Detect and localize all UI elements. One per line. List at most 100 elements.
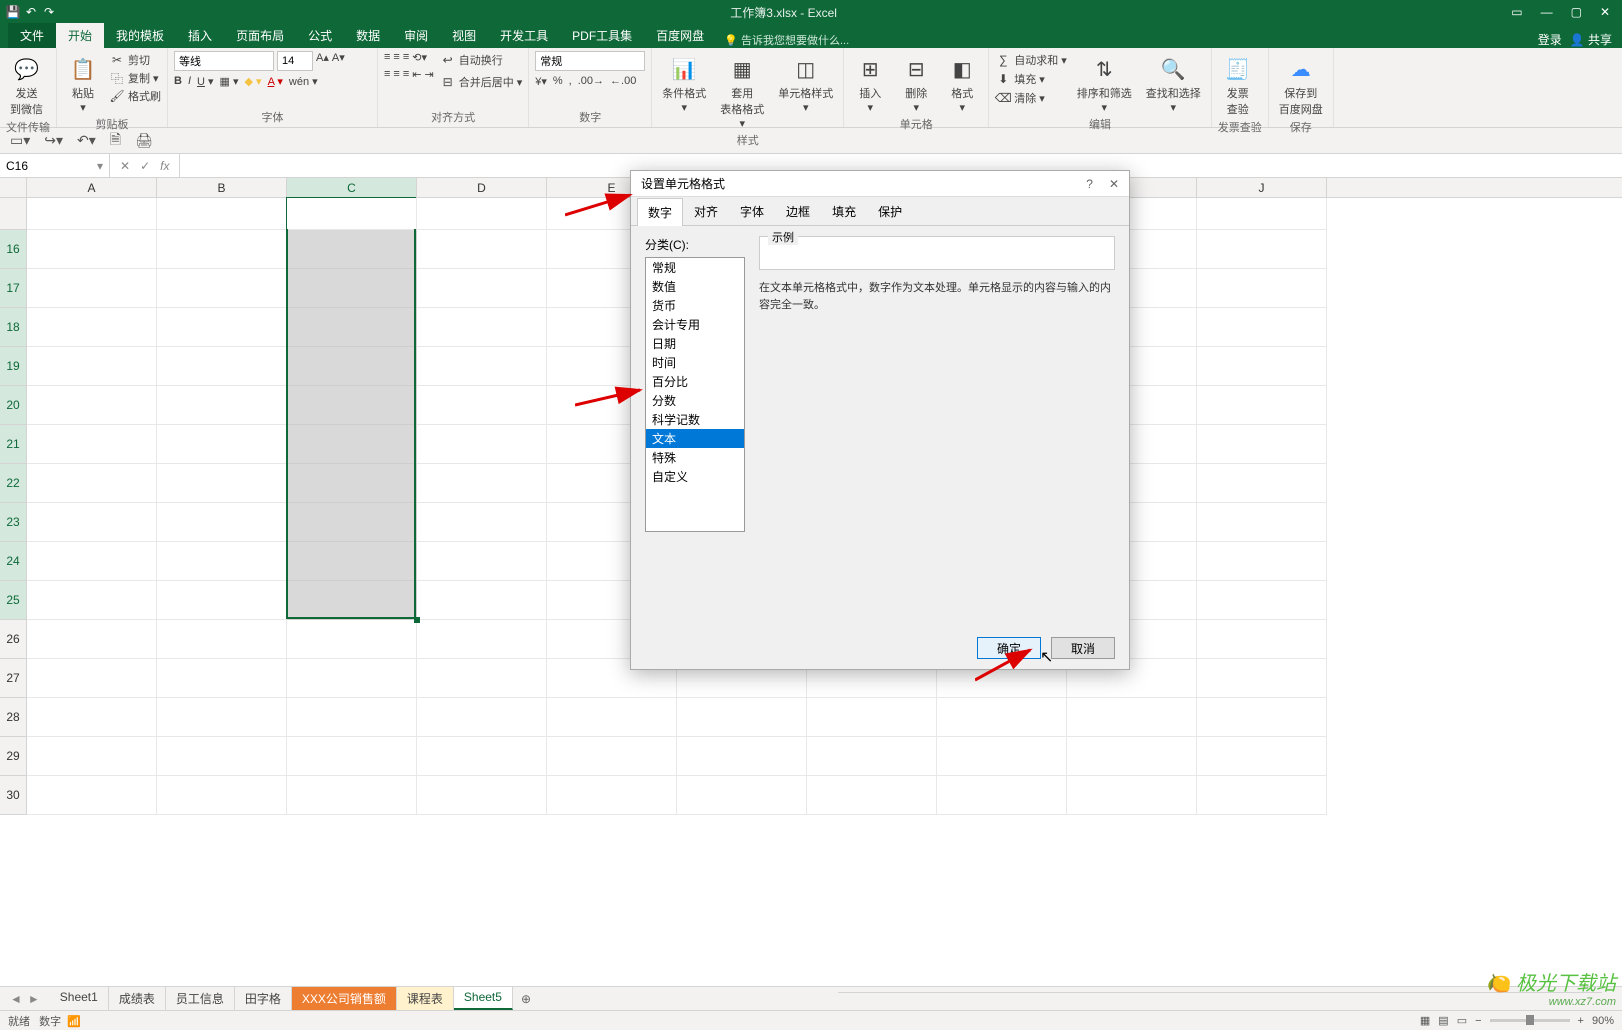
- tab-mytemplate[interactable]: 我的模板: [104, 23, 176, 48]
- row-header[interactable]: 17: [0, 269, 27, 308]
- undo2-icon[interactable]: ↶▾: [77, 132, 96, 149]
- cell-style-button[interactable]: ◫单元格样式▾: [774, 51, 837, 116]
- dialog-help-button[interactable]: ?: [1086, 177, 1093, 191]
- cell[interactable]: [1067, 737, 1197, 776]
- category-item[interactable]: 数值: [646, 277, 744, 296]
- font-size-combo[interactable]: [277, 51, 313, 71]
- cell[interactable]: [547, 737, 677, 776]
- cell[interactable]: [417, 659, 547, 698]
- cell[interactable]: [1197, 737, 1327, 776]
- tab-baidu[interactable]: 百度网盘: [644, 23, 716, 48]
- cond-format-button[interactable]: 📊条件格式▾: [658, 51, 710, 116]
- indent-inc-icon[interactable]: ⇥: [424, 68, 433, 81]
- maximize-icon[interactable]: ▢: [1571, 5, 1582, 19]
- cell[interactable]: [417, 308, 547, 347]
- fx-icon[interactable]: fx: [160, 159, 169, 173]
- delete-cell-button[interactable]: ⊟删除▾: [896, 51, 936, 116]
- row-header[interactable]: 16: [0, 230, 27, 269]
- align-bottom-icon[interactable]: ≡: [403, 51, 409, 64]
- currency-icon[interactable]: ¥▾: [535, 75, 547, 88]
- cell[interactable]: [157, 581, 287, 620]
- tab-formula[interactable]: 公式: [296, 23, 344, 48]
- cell[interactable]: [157, 347, 287, 386]
- cell[interactable]: [677, 737, 807, 776]
- cell[interactable]: [547, 776, 677, 815]
- category-item[interactable]: 特殊: [646, 448, 744, 467]
- category-item[interactable]: 常规: [646, 258, 744, 277]
- bold-icon[interactable]: B: [174, 75, 182, 88]
- cell[interactable]: [27, 269, 157, 308]
- column-header[interactable]: B: [157, 178, 287, 197]
- cell[interactable]: [27, 386, 157, 425]
- cell[interactable]: [1197, 198, 1327, 230]
- row-header[interactable]: 22: [0, 464, 27, 503]
- cell[interactable]: [417, 503, 547, 542]
- minimize-icon[interactable]: —: [1541, 5, 1553, 19]
- indent-dec-icon[interactable]: ⇤: [412, 68, 421, 81]
- cell[interactable]: [157, 198, 287, 230]
- column-header[interactable]: C: [287, 178, 417, 197]
- cell[interactable]: [937, 698, 1067, 737]
- cell[interactable]: [27, 425, 157, 464]
- category-item[interactable]: 科学记数: [646, 410, 744, 429]
- cell[interactable]: [287, 659, 417, 698]
- cell[interactable]: [417, 581, 547, 620]
- row-header[interactable]: 30: [0, 776, 27, 815]
- category-item[interactable]: 货币: [646, 296, 744, 315]
- add-sheet-button[interactable]: ⊕: [513, 992, 539, 1006]
- send-wechat-button[interactable]: 💬发送 到微信: [6, 51, 47, 119]
- cell[interactable]: [157, 503, 287, 542]
- cell[interactable]: [417, 542, 547, 581]
- print-preview-icon[interactable]: 🖨: [135, 132, 153, 149]
- cell[interactable]: [157, 269, 287, 308]
- align-center-icon[interactable]: ≡: [393, 68, 399, 81]
- cell[interactable]: [1197, 659, 1327, 698]
- cell[interactable]: [287, 464, 417, 503]
- cell[interactable]: [417, 620, 547, 659]
- view-break-icon[interactable]: ▭: [1457, 1014, 1467, 1027]
- row-header[interactable]: 29: [0, 737, 27, 776]
- phonetic-icon[interactable]: wén ▾: [289, 75, 318, 88]
- sheet-tab[interactable]: Sheet5: [454, 987, 513, 1010]
- cell[interactable]: [287, 230, 417, 269]
- category-item[interactable]: 时间: [646, 353, 744, 372]
- cell[interactable]: [27, 659, 157, 698]
- cell[interactable]: [27, 776, 157, 815]
- cell[interactable]: [287, 542, 417, 581]
- table-format-button[interactable]: ▦套用 表格格式▾: [716, 51, 768, 132]
- close-icon[interactable]: ✕: [1600, 5, 1610, 19]
- format-painter-button[interactable]: 🖌格式刷: [109, 87, 161, 105]
- dialog-tab[interactable]: 数字: [637, 198, 683, 226]
- tell-me[interactable]: 💡 告诉我您想要做什么...: [716, 32, 1538, 48]
- number-format-combo[interactable]: [535, 51, 645, 71]
- align-middle-icon[interactable]: ≡: [393, 51, 399, 64]
- cell[interactable]: [287, 737, 417, 776]
- cell[interactable]: [287, 386, 417, 425]
- sheet-tab[interactable]: 员工信息: [166, 987, 235, 1010]
- cell[interactable]: [1197, 581, 1327, 620]
- dialog-close-button[interactable]: ✕: [1109, 177, 1119, 191]
- save-icon[interactable]: 💾: [6, 5, 20, 19]
- cell[interactable]: [937, 776, 1067, 815]
- inc-decimal-icon[interactable]: .00→: [578, 75, 604, 88]
- share-button[interactable]: 👤 共享: [1570, 31, 1612, 48]
- name-box[interactable]: C16▾: [0, 154, 110, 177]
- tab-view[interactable]: 视图: [440, 23, 488, 48]
- cell[interactable]: [287, 308, 417, 347]
- row-header[interactable]: 21: [0, 425, 27, 464]
- column-header[interactable]: A: [27, 178, 157, 197]
- column-header[interactable]: J: [1197, 178, 1327, 197]
- row-header[interactable]: 20: [0, 386, 27, 425]
- cell[interactable]: [157, 230, 287, 269]
- tab-dev[interactable]: 开发工具: [488, 23, 560, 48]
- wrap-text-button[interactable]: ↩自动换行: [440, 51, 523, 69]
- cell[interactable]: [417, 269, 547, 308]
- decrease-font-icon[interactable]: A▾: [332, 51, 345, 71]
- cell[interactable]: [937, 737, 1067, 776]
- cell[interactable]: [417, 776, 547, 815]
- redo-icon[interactable]: ↷: [42, 5, 56, 19]
- cell[interactable]: [157, 698, 287, 737]
- percent-icon[interactable]: %: [553, 75, 563, 88]
- row-header[interactable]: 19: [0, 347, 27, 386]
- sheet-tab[interactable]: 课程表: [397, 987, 454, 1010]
